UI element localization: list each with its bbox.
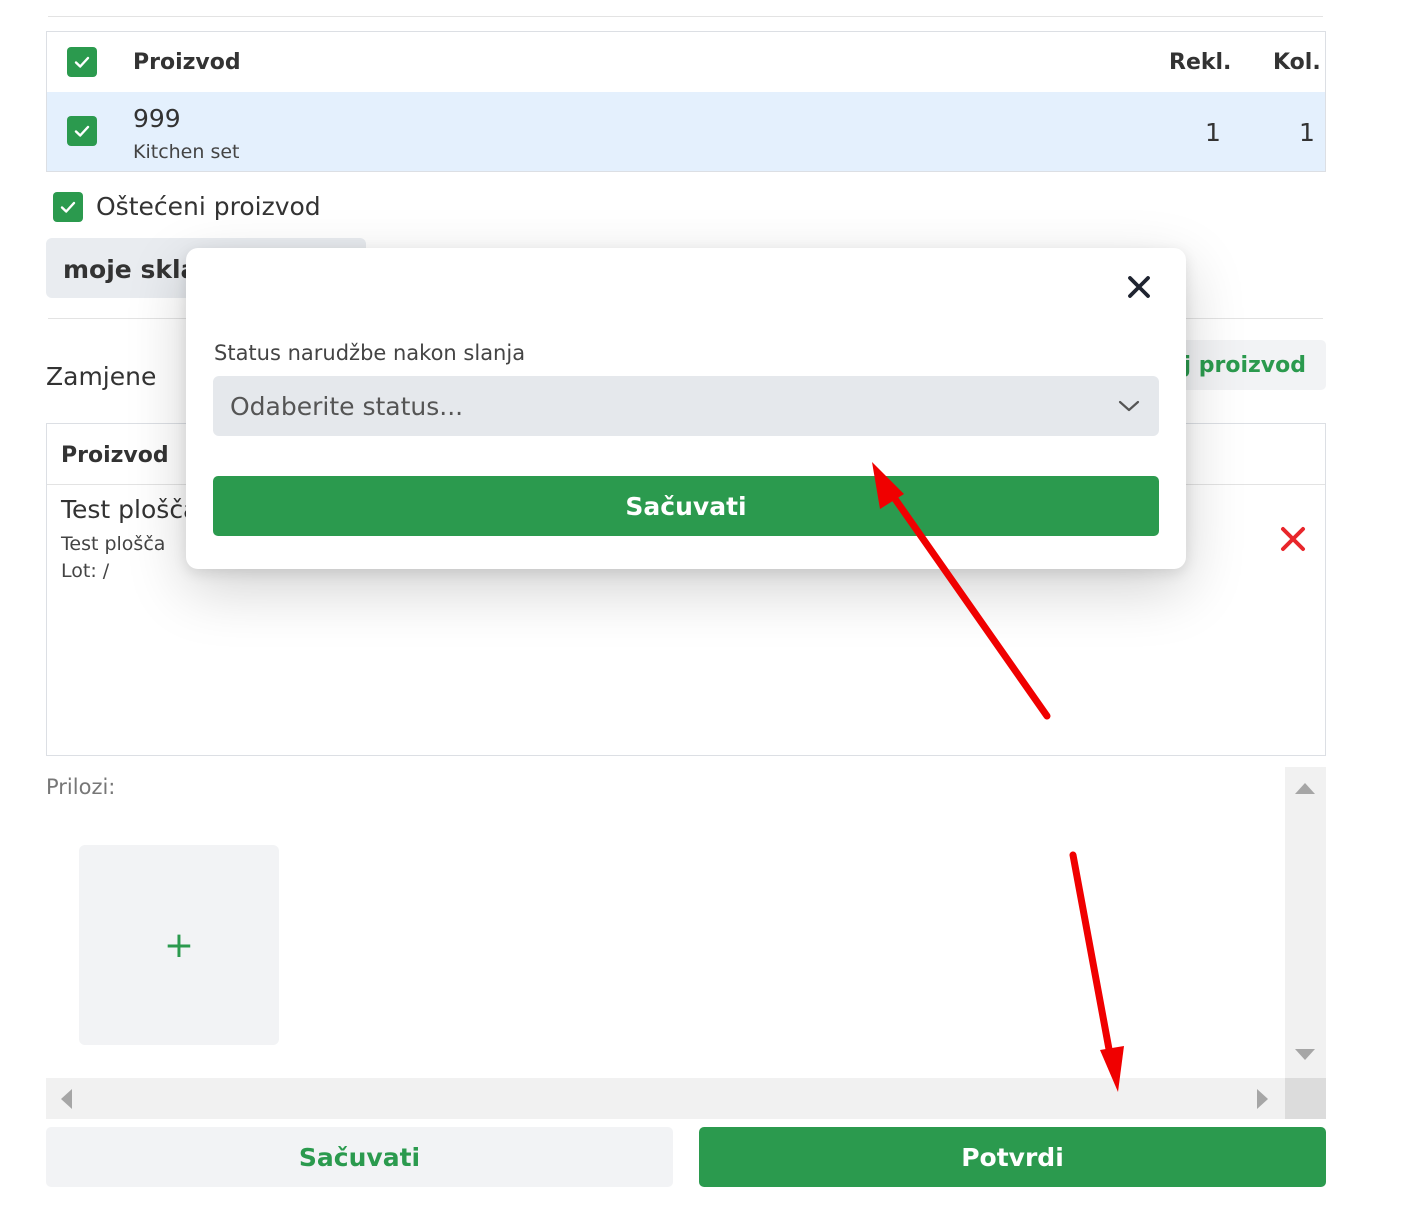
annotation-arrow-modal: [872, 462, 1051, 720]
annotation-arrow-confirm: [1069, 851, 1124, 1092]
annotation-arrows: [872, 462, 1124, 1092]
